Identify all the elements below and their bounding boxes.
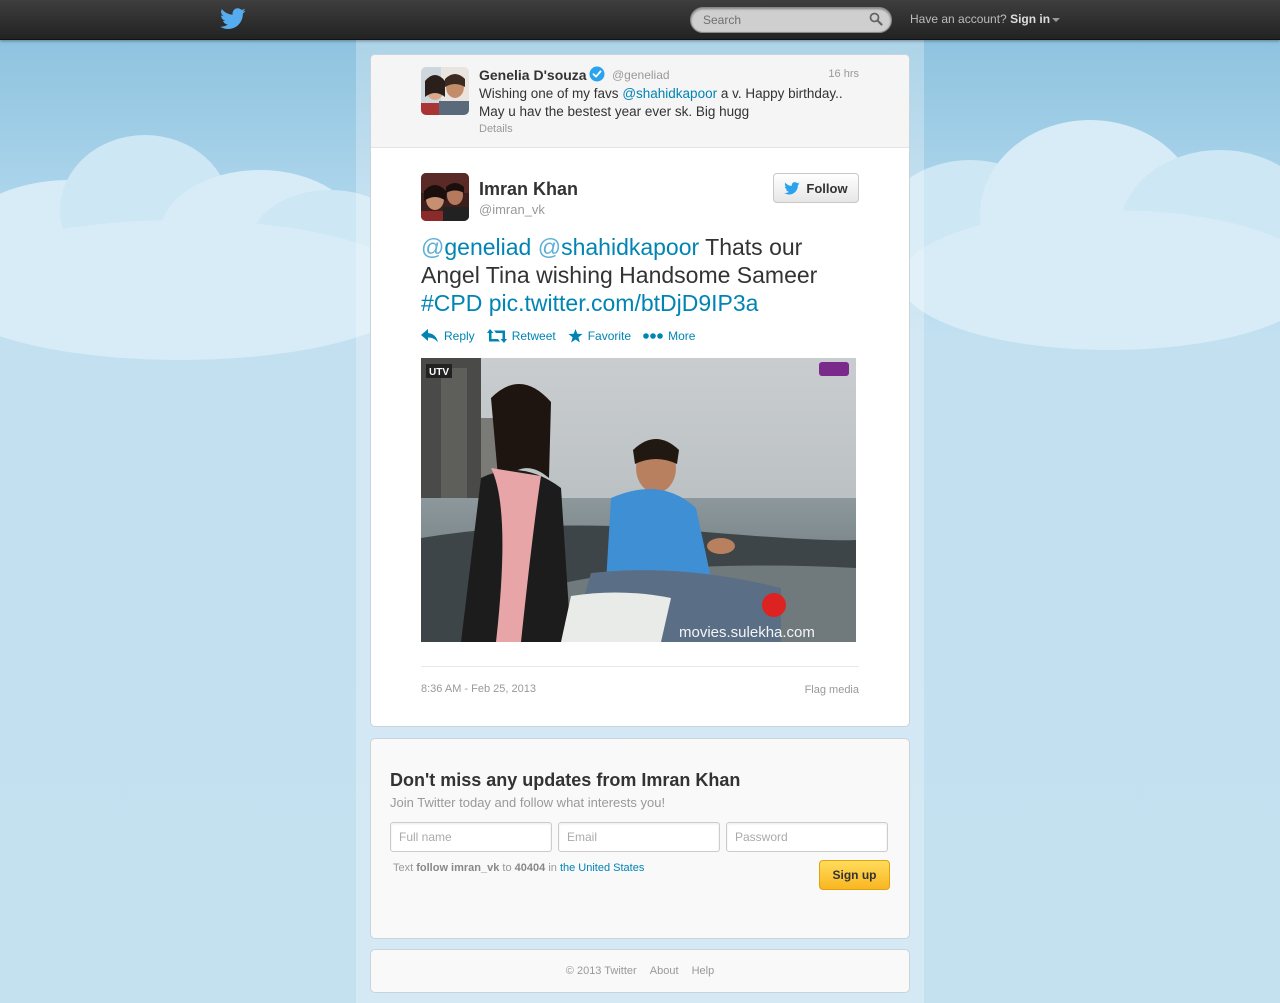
retweet-action[interactable]: Retweet xyxy=(486,329,556,343)
email-input[interactable] xyxy=(558,822,720,852)
flag-media-link[interactable]: Flag media xyxy=(805,684,859,696)
media-watermark: movies.sulekha.com xyxy=(679,624,815,641)
more-action[interactable]: More xyxy=(643,329,695,343)
follow-button[interactable]: Follow xyxy=(773,173,859,203)
tweet-text: @geneliad @shahidkapoor Thats our Angel … xyxy=(421,234,818,316)
author-handle[interactable]: @imran_vk xyxy=(479,202,545,217)
account-menu: Have an account? Sign in xyxy=(910,12,1061,26)
media-link[interactable]: pic.twitter.com/btDjD9IP3a xyxy=(489,290,759,316)
search-input[interactable] xyxy=(690,7,892,33)
tweet-permalink-card: Genelia D'souza @geneliad 16 hrs Wishing… xyxy=(370,54,910,727)
hashtag-link[interactable]: #CPD xyxy=(421,290,482,316)
mention-link[interactable]: @shahidkapoor xyxy=(538,234,699,260)
caret-down-icon[interactable] xyxy=(1052,17,1061,22)
parent-author-name[interactable]: Genelia D'souza xyxy=(479,66,605,83)
search-icon[interactable] xyxy=(869,12,883,26)
top-navigation-bar: Have an account? Sign in xyxy=(0,0,1280,40)
sign-in-link[interactable]: Sign in xyxy=(1010,12,1050,26)
mention-link[interactable]: @geneliad xyxy=(421,234,531,260)
password-input[interactable] xyxy=(726,822,888,852)
favorite-action[interactable]: Favorite xyxy=(568,329,631,343)
sms-follow-text: Text follow imran_vk to 40404 in the Uni… xyxy=(393,862,645,874)
about-link[interactable]: About xyxy=(650,965,679,977)
parent-tweet-text: Wishing one of my favs @shahidkapoor a v… xyxy=(479,86,843,119)
signup-title: Don't miss any updates from Imran Khan xyxy=(390,770,741,790)
parent-tweet[interactable]: Genelia D'souza @geneliad 16 hrs Wishing… xyxy=(371,55,909,148)
star-icon xyxy=(568,329,583,343)
follow-button-label: Follow xyxy=(806,180,848,196)
account-prompt: Have an account? xyxy=(910,12,1007,26)
retweet-icon xyxy=(486,329,507,343)
country-link[interactable]: the United States xyxy=(560,862,644,874)
verified-badge-icon xyxy=(589,66,605,82)
footer: © 2013 Twitter About Help xyxy=(370,949,910,993)
divider xyxy=(421,666,859,667)
parent-avatar[interactable] xyxy=(421,67,469,115)
parent-timestamp[interactable]: 16 hrs xyxy=(828,68,859,80)
author-avatar[interactable] xyxy=(421,173,469,221)
reply-icon xyxy=(421,329,438,343)
tweet-timestamp[interactable]: 8:36 AM - Feb 25, 2013 xyxy=(421,683,536,695)
full-name-input[interactable] xyxy=(390,822,552,852)
tweet-media-image[interactable]: UTV movies.sulekha.com xyxy=(421,358,856,642)
utv-logo: UTV xyxy=(429,367,449,378)
footer-links: © 2013 Twitter About Help xyxy=(371,965,909,977)
author-name[interactable]: Imran Khan xyxy=(479,179,578,200)
more-dots-icon xyxy=(643,333,663,339)
parent-author-handle[interactable]: @geneliad xyxy=(612,68,670,82)
signup-subtitle: Join Twitter today and follow what inter… xyxy=(390,795,666,810)
sign-up-button[interactable]: Sign up xyxy=(819,860,890,890)
twitter-bird-icon xyxy=(784,181,800,194)
help-link[interactable]: Help xyxy=(692,965,715,977)
tweet-actions: Reply Retweet Favorite More xyxy=(421,329,695,343)
twitter-bird-icon[interactable] xyxy=(220,7,246,31)
details-link[interactable]: Details xyxy=(479,123,513,135)
copyright: © 2013 Twitter xyxy=(565,965,637,977)
signup-card: Don't miss any updates from Imran Khan J… xyxy=(370,738,910,939)
reply-action[interactable]: Reply xyxy=(421,329,475,343)
mention-link[interactable]: @shahidkapoor xyxy=(622,86,717,101)
